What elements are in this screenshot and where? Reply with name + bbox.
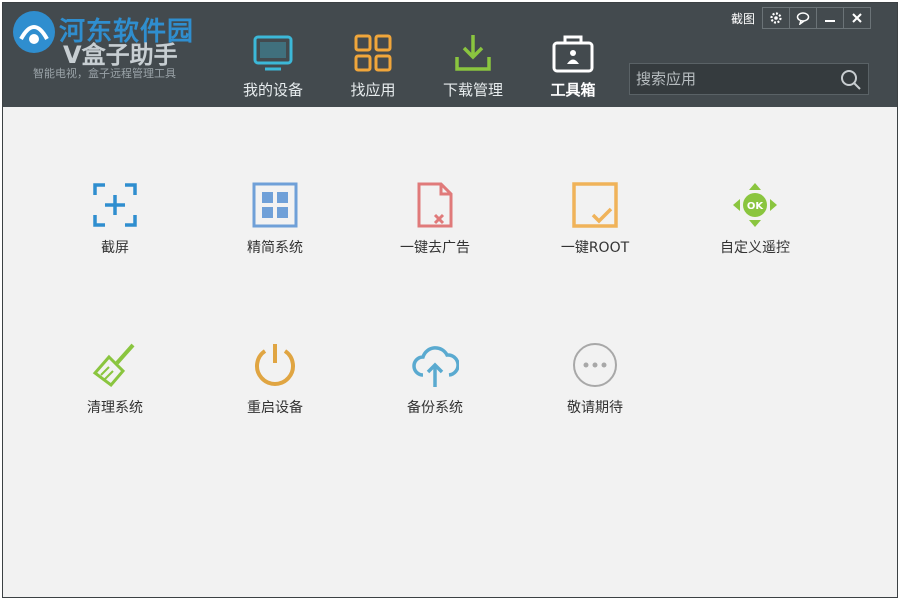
logo-icon — [13, 11, 55, 53]
nav-toolbox[interactable]: 工具箱 — [523, 23, 623, 103]
nav-label: 工具箱 — [550, 81, 596, 99]
tool-label: 自定义遥控 — [720, 240, 790, 256]
tool-label: 重启设备 — [247, 400, 303, 416]
root-icon — [572, 182, 618, 228]
tool-label: 精简系统 — [247, 240, 303, 256]
more-icon — [573, 343, 617, 387]
top-bar: 河东软件园 V盒子助手 智能电视，盒子远程管理工具 我的设备 找应用 下载管理 … — [3, 3, 897, 107]
remove-ad-icon — [417, 182, 453, 228]
gear-icon — [770, 12, 782, 24]
tool-screenshot[interactable]: 截屏 — [50, 181, 180, 271]
screenshot-icon — [93, 183, 137, 227]
minimize-icon — [825, 20, 836, 22]
cloud-upload-icon — [412, 346, 459, 387]
tool-backup-system[interactable]: 备份系统 — [370, 341, 500, 431]
nav-label: 找应用 — [350, 81, 396, 99]
main-nav: 我的设备 找应用 下载管理 工具箱 — [223, 23, 623, 103]
tool-reboot-device[interactable]: 重启设备 — [210, 341, 340, 431]
svg-text:OK: OK — [747, 201, 765, 212]
screenshot-button[interactable]: 截图 — [731, 7, 763, 31]
tool-clean-system[interactable]: 清理系统 — [50, 341, 180, 431]
nav-my-devices[interactable]: 我的设备 — [223, 23, 323, 103]
close-icon — [852, 13, 862, 23]
broom-icon — [92, 343, 135, 388]
tool-one-click-root[interactable]: 一键ROOT — [530, 181, 660, 271]
grid-apps-icon — [354, 34, 392, 72]
power-icon — [255, 344, 295, 386]
tagline: 智能电视，盒子远程管理工具 — [33, 67, 176, 80]
chat-icon — [796, 12, 810, 25]
tool-slim-system[interactable]: 精简系统 — [210, 181, 340, 271]
nav-label: 我的设备 — [242, 81, 303, 99]
app-window: 河东软件园 V盒子助手 智能电视，盒子远程管理工具 我的设备 找应用 下载管理 … — [2, 2, 898, 598]
nav-download-manager[interactable]: 下载管理 — [423, 23, 523, 103]
grid-system-icon — [252, 182, 298, 228]
search-icon[interactable] — [840, 69, 862, 91]
toolbox-panel: 截屏 精简系统 一键去广告 一键ROOT OK 自定义遥控 清理系统 重启设备 … — [3, 107, 897, 597]
nav-find-apps[interactable]: 找应用 — [323, 23, 423, 103]
tv-icon — [253, 35, 293, 71]
tool-label: 备份系统 — [407, 400, 463, 416]
remote-control-icon: OK — [733, 183, 777, 227]
tool-coming-soon[interactable]: 敬请期待 — [530, 341, 660, 431]
nav-label: 下载管理 — [442, 81, 503, 99]
tool-label: 敬请期待 — [567, 400, 623, 416]
tool-label: 一键去广告 — [400, 240, 470, 256]
tool-custom-remote[interactable]: OK 自定义遥控 — [690, 181, 820, 271]
download-icon — [455, 35, 491, 71]
toolbox-icon — [552, 35, 594, 73]
tool-label: 截屏 — [101, 240, 129, 256]
tool-label: 清理系统 — [87, 400, 143, 416]
tool-remove-ads[interactable]: 一键去广告 — [370, 181, 500, 271]
window-controls: 截图 — [731, 7, 872, 31]
app-logo: 河东软件园 V盒子助手 智能电视，盒子远程管理工具 — [11, 9, 221, 81]
feedback-button[interactable] — [789, 7, 818, 29]
search-input[interactable] — [630, 64, 830, 94]
minimize-button[interactable] — [816, 7, 845, 29]
search-box — [629, 63, 869, 95]
tool-label: 一键ROOT — [560, 240, 630, 256]
settings-button[interactable] — [762, 7, 791, 29]
close-button[interactable] — [843, 7, 872, 29]
